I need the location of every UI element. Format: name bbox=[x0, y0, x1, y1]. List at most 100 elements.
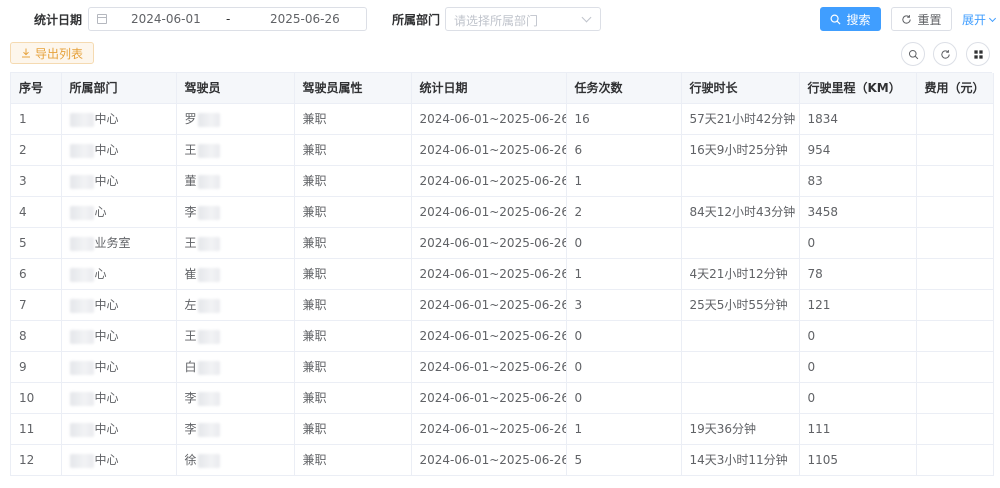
driver-name-text: 王 bbox=[184, 236, 197, 250]
redacted-text bbox=[197, 453, 220, 468]
search-button-label: 搜索 bbox=[846, 12, 871, 27]
task-count-cell: 0 bbox=[566, 382, 682, 414]
column-header[interactable]: 驾驶员属性 bbox=[294, 73, 412, 104]
column-header[interactable]: 序号 bbox=[11, 73, 62, 104]
search-icon bbox=[830, 14, 841, 25]
mileage-cell: 78 bbox=[799, 258, 917, 290]
fee-cell bbox=[916, 382, 994, 414]
duration-cell bbox=[681, 320, 800, 352]
row-number-cell: 8 bbox=[11, 320, 62, 352]
date-range-separator: - bbox=[226, 12, 231, 26]
task-count-cell: 0 bbox=[566, 351, 682, 383]
table-row[interactable]: 10 中心李兼职 2024-06-01~2025-06-26 0 0 bbox=[11, 382, 994, 414]
department-cell: 中心 bbox=[61, 444, 177, 476]
driver-attr-cell: 兼职 bbox=[294, 227, 412, 259]
mileage-cell: 0 bbox=[799, 227, 917, 259]
dept-select[interactable]: 请选择所属部门 bbox=[445, 7, 601, 31]
table-row[interactable]: 11 中心 李 兼职 2024-06-01~2025-06-26 1 19天36分钟 111 bbox=[11, 413, 994, 445]
stat-date-cell: 2024-06-01~2025-06-26 bbox=[411, 382, 567, 414]
date-end-input[interactable]: 2025-06-26 bbox=[270, 12, 340, 26]
column-header[interactable]: 行驶时长 bbox=[681, 73, 800, 104]
redacted-text bbox=[69, 267, 94, 282]
redacted-text bbox=[197, 329, 220, 344]
driver-attr-cell: 兼职 bbox=[294, 351, 412, 383]
department-cell: 中心 bbox=[61, 103, 177, 135]
column-header[interactable]: 行驶里程（KM） bbox=[799, 73, 917, 104]
mileage-cell: 83 bbox=[799, 165, 917, 197]
table-row[interactable]: 4 心 李 兼职 2024-06-01~2025-06-26 2 84天12小时43分钟 34… bbox=[11, 196, 994, 228]
fee-cell bbox=[916, 165, 994, 197]
date-start-input[interactable]: 2024-06-01 bbox=[131, 12, 201, 26]
table-header-row: 序号 所属部门 驾驶员 驾驶员属性 统计日期 任务次数 行驶时长 行驶里程（KM… bbox=[11, 73, 994, 104]
department-text: 中心 bbox=[94, 422, 119, 436]
date-range-picker[interactable]: 2024-06-01 - 2025-06-26 bbox=[88, 7, 367, 31]
driver-name-text: 崔 bbox=[184, 267, 197, 281]
column-header[interactable]: 任务次数 bbox=[566, 73, 682, 104]
table-row[interactable]: 8 中心王兼职 2024-06-01~2025-06-26 0 0 bbox=[11, 320, 994, 352]
column-header[interactable]: 统计日期 bbox=[411, 73, 567, 104]
mileage-cell: 3458 bbox=[799, 196, 917, 228]
reset-button[interactable]: 重置 bbox=[891, 7, 952, 31]
driver-name-text: 董 bbox=[184, 174, 197, 188]
export-list-button[interactable]: 导出列表 bbox=[10, 42, 94, 64]
mileage-cell: 954 bbox=[799, 134, 917, 166]
duration-cell bbox=[681, 227, 800, 259]
driver-attr-cell: 兼职 bbox=[294, 382, 412, 414]
reset-button-label: 重置 bbox=[917, 12, 942, 27]
table-row[interactable]: 5 业务室王兼职 2024-06-01~2025-06-26 0 0 bbox=[11, 227, 994, 259]
date-filter-label: 统计日期 bbox=[34, 13, 83, 27]
search-button[interactable]: 搜索 bbox=[820, 7, 881, 31]
row-number-cell: 3 bbox=[11, 165, 62, 197]
redacted-text bbox=[197, 112, 220, 127]
driver-attr-cell: 兼职 bbox=[294, 134, 412, 166]
task-count-cell: 1 bbox=[566, 165, 682, 197]
column-header[interactable]: 驾驶员 bbox=[176, 73, 295, 104]
table-row[interactable]: 6 心 崔 兼职 2024-06-01~2025-06-26 1 4天21小时12分钟 78 bbox=[11, 258, 994, 290]
stat-date-cell: 2024-06-01~2025-06-26 bbox=[411, 444, 567, 476]
driver-attr-cell: 兼职 bbox=[294, 103, 412, 135]
table-row[interactable]: 2 中心 王 兼职 2024-06-01~2025-06-26 6 16天9小时25分钟 95… bbox=[11, 134, 994, 166]
driver-name-text: 徐 bbox=[184, 453, 197, 467]
department-cell: 中心 bbox=[61, 382, 177, 414]
table-row[interactable]: 9 中心白兼职 2024-06-01~2025-06-26 0 0 bbox=[11, 351, 994, 383]
driver-cell: 李 bbox=[176, 196, 295, 228]
toggle-search-button[interactable] bbox=[901, 42, 925, 66]
row-number-cell: 10 bbox=[11, 382, 62, 414]
fee-cell bbox=[916, 103, 994, 135]
fee-cell bbox=[916, 289, 994, 321]
redacted-text bbox=[69, 112, 94, 127]
table-row[interactable]: 7 中心 左 兼职 2024-06-01~2025-06-26 3 25天5小时55分钟 12… bbox=[11, 289, 994, 321]
column-header[interactable]: 所属部门 bbox=[61, 73, 177, 104]
driver-attr-cell: 兼职 bbox=[294, 165, 412, 197]
column-settings-button[interactable] bbox=[966, 42, 990, 66]
table-row[interactable]: 3 中心 董 兼职 2024-06-01~2025-06-26 1 83 bbox=[11, 165, 994, 197]
duration-cell: 14天3小时11分钟 bbox=[681, 444, 800, 476]
mileage-cell: 0 bbox=[799, 351, 917, 383]
stat-date-cell: 2024-06-01~2025-06-26 bbox=[411, 413, 567, 445]
mileage-cell: 0 bbox=[799, 382, 917, 414]
refresh-icon bbox=[902, 14, 912, 24]
driver-attr-cell: 兼职 bbox=[294, 444, 412, 476]
stat-date-cell: 2024-06-01~2025-06-26 bbox=[411, 320, 567, 352]
task-count-cell: 6 bbox=[566, 134, 682, 166]
redacted-text bbox=[69, 236, 94, 251]
column-header[interactable]: 费用（元） bbox=[916, 73, 994, 104]
expand-toggle[interactable]: 展开 bbox=[962, 11, 997, 28]
redacted-text bbox=[69, 453, 94, 468]
table-row[interactable]: 1 中心 罗 兼职 2024-06-01~2025-06-26 16 57天21小时42分钟… bbox=[11, 103, 994, 135]
duration-cell: 4天21小时12分钟 bbox=[681, 258, 800, 290]
stat-date-cell: 2024-06-01~2025-06-26 bbox=[411, 289, 567, 321]
duration-cell bbox=[681, 165, 800, 197]
department-text: 中心 bbox=[94, 174, 119, 188]
department-text: 中心 bbox=[94, 298, 119, 312]
row-number-cell: 11 bbox=[11, 413, 62, 445]
driver-cell: 王 bbox=[176, 227, 295, 259]
row-number-cell: 2 bbox=[11, 134, 62, 166]
stat-date-cell: 2024-06-01~2025-06-26 bbox=[411, 227, 567, 259]
department-text: 中心 bbox=[94, 112, 119, 126]
stat-date-cell: 2024-06-01~2025-06-26 bbox=[411, 258, 567, 290]
export-list-label: 导出列表 bbox=[34, 46, 83, 61]
table-row[interactable]: 12 中心 徐 兼职 2024-06-01~2025-06-26 5 14天3小时11分钟 1… bbox=[11, 444, 994, 476]
refresh-button[interactable] bbox=[933, 42, 957, 66]
chevron-down-icon bbox=[581, 12, 592, 23]
